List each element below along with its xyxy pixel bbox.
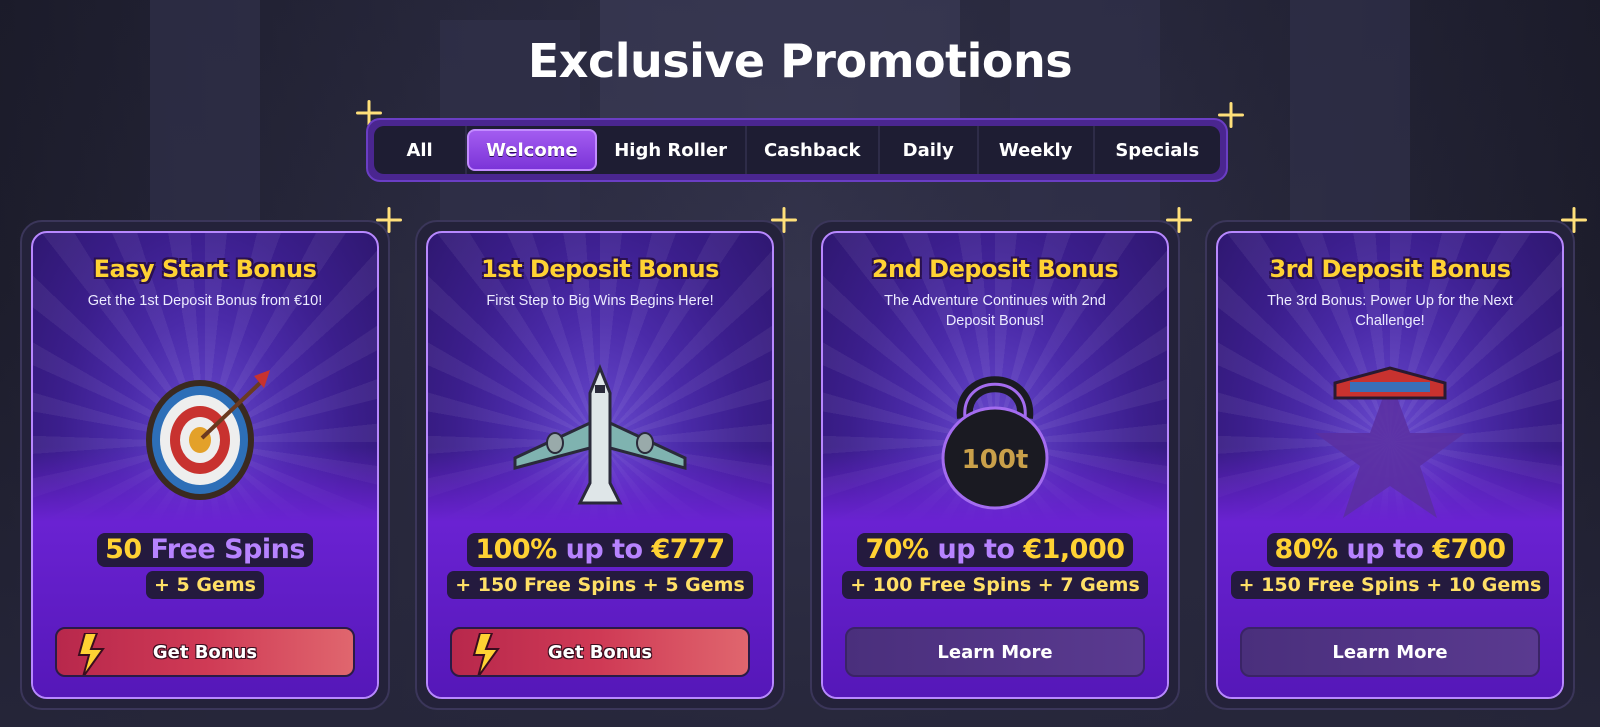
kettlebell-label: 100t [962,445,1029,475]
promo-tab-bar: All Welcome High Roller Cashback Daily W… [366,118,1228,182]
tab-high-roller[interactable]: High Roller [597,126,747,174]
bonus-up-to: up to [937,534,1015,565]
airplane-icon [428,343,772,533]
card-body: 3rd Deposit Bonus The 3rd Bonus: Power U… [1216,231,1564,699]
target-icon [33,343,377,533]
tab-daily[interactable]: Daily [880,126,979,174]
bonus-amount: 50 Free Spins [33,533,377,567]
bonus-value: 50 [105,534,151,565]
bonus-extra: + 5 Gems [33,571,377,599]
bonus-type: Free Spins [150,534,306,565]
bonus-percent: 100% [475,534,566,565]
sparkle-icon [1561,207,1587,233]
card-title: 3rd Deposit Bonus [1269,255,1511,283]
kettlebell-icon: 100t [823,343,1167,533]
bonus-max: €700 [1423,534,1506,565]
sparkle-icon [1166,207,1192,233]
bonus-max: €777 [642,534,725,565]
promo-card-3rd-deposit: 3rd Deposit Bonus The 3rd Bonus: Power U… [1205,220,1575,710]
card-body: 1st Deposit Bonus First Step to Big Wins… [426,231,774,699]
tab-specials[interactable]: Specials [1095,126,1220,174]
tab-all[interactable]: All [374,126,468,174]
learn-more-button[interactable]: Learn More [845,627,1145,677]
bonus-extra-text: + 150 Free Spins + 5 Gems [447,571,753,599]
get-bonus-button[interactable]: Get Bonus [450,627,750,677]
bonus-percent: 80% [1274,534,1347,565]
card-title: 1st Deposit Bonus [481,255,719,283]
card-title: 2nd Deposit Bonus [871,255,1119,283]
tab-weekly[interactable]: Weekly [979,126,1095,174]
card-body: Easy Start Bonus Get the 1st Deposit Bon… [31,231,379,699]
bonus-up-to: up to [1346,534,1424,565]
card-subtitle: First Step to Big Wins Begins Here! [486,293,714,309]
star-shield-icon [1218,343,1562,533]
bonus-extra-text: + 5 Gems [146,571,264,599]
promo-card-2nd-deposit: 2nd Deposit Bonus The Adventure Continue… [810,220,1180,710]
button-label: Learn More [1332,641,1448,663]
get-bonus-button[interactable]: Get Bonus [55,627,355,677]
bonus-amount: 100% up to €777 [428,533,772,567]
sparkle-icon [376,207,402,233]
bonus-extra-text: + 150 Free Spins + 10 Gems [1230,571,1550,599]
bonus-extra: + 100 Free Spins + 7 Gems [823,571,1167,599]
tab-cashback[interactable]: Cashback [747,126,880,174]
bonus-max: €1,000 [1014,534,1125,565]
background-building [1010,0,1160,220]
bonus-extra: + 150 Free Spins + 5 Gems [428,571,772,599]
promo-card-1st-deposit: 1st Deposit Bonus First Step to Big Wins… [415,220,785,710]
bonus-up-to: up to [565,534,643,565]
bonus-amount: 70% up to €1,000 [823,533,1167,567]
button-label: Get Bonus [152,641,258,663]
button-label: Learn More [937,641,1053,663]
card-subtitle: The 3rd Bonus: Power Up for the Next Cha… [1267,293,1513,329]
card-subtitle: Get the 1st Deposit Bonus from €10! [87,293,323,309]
promo-tabs: All Welcome High Roller Cashback Daily W… [374,126,1220,174]
learn-more-button[interactable]: Learn More [1240,627,1540,677]
bonus-extra-text: + 100 Free Spins + 7 Gems [842,571,1148,599]
sparkle-icon [771,207,797,233]
tab-welcome[interactable]: Welcome [467,129,597,171]
card-body: 2nd Deposit Bonus The Adventure Continue… [821,231,1169,699]
card-title: Easy Start Bonus [93,255,317,283]
bonus-percent: 70% [865,534,938,565]
promo-card-easy-start: Easy Start Bonus Get the 1st Deposit Bon… [20,220,390,710]
page-title: Exclusive Promotions [527,34,1073,88]
bonus-extra: + 150 Free Spins + 10 Gems [1218,571,1562,599]
lightning-icon [472,633,500,675]
bonus-amount: 80% up to €700 [1218,533,1562,567]
card-subtitle: The Adventure Continues with 2nd Deposit… [884,293,1106,329]
lightning-icon [77,633,105,675]
button-label: Get Bonus [547,641,653,663]
